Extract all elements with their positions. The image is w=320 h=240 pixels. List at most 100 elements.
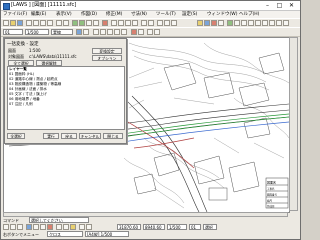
circle-tool-icon[interactable] [125,20,131,26]
coord-mode-icon[interactable] [79,224,85,230]
new-file-icon[interactable] [3,20,9,26]
title-block-heading: 図面名 [267,180,276,185]
layer-list[interactable]: レイヤ一覧 01 図面枠 (HL) 02 道路中心線 / 測点 / 起終点 03… [7,66,125,130]
list-item[interactable]: 02 道路中心線 / 測点 / 起終点 [9,77,58,81]
row1-value: 1:500 [29,48,41,53]
cancel-button[interactable]: キャンセル [79,133,101,139]
lineweight-icon[interactable] [218,20,224,26]
execute-button[interactable]: 実行 [43,133,59,139]
trim-icon[interactable] [262,20,268,26]
list-item[interactable]: 03 既設構造物 / 建築物 / 等高線 [9,82,61,86]
osnap-intersection-icon[interactable] [114,29,120,35]
zoom-fit-icon[interactable] [86,20,92,26]
property-toolbar: 01 1/500 実線 [1,27,300,37]
close-button[interactable]: ✕ [287,2,296,9]
status-cross-field: クロス [47,231,83,237]
weight-icon[interactable] [83,29,89,35]
line-tool-icon[interactable] [111,20,117,26]
layer-manager-icon[interactable] [197,20,203,26]
list-item[interactable]: 05 文字 / 寸法 / 旗上げ [9,92,47,96]
list-item[interactable]: 07 注記 / 凡例 [9,102,33,106]
menu-modify[interactable]: 修正(M) [106,11,122,18]
osnap-endpoint-icon[interactable] [93,29,99,35]
arc-tool-icon[interactable] [118,20,124,26]
status-area: コマンド 選択してください 31870.60 8940.60 1/500 01 … [1,217,300,239]
insert-icon[interactable] [154,29,160,35]
pan-icon[interactable] [93,20,99,26]
scale-combo[interactable]: 1/500 [25,29,49,35]
back-button[interactable]: 戻る [61,133,77,139]
offset-icon[interactable] [276,20,282,26]
app-icon [3,3,10,10]
minimize-button[interactable]: – [263,2,272,9]
list-item[interactable]: 01 図面枠 (HL) [9,72,34,76]
title-block-line: 作成日 [267,204,275,208]
copy-icon[interactable] [40,20,46,26]
align-left-icon[interactable] [3,224,9,230]
menu-help[interactable]: ヘルプ(H) [239,11,259,18]
command-input[interactable]: 選択してください [29,217,89,223]
menu-settings[interactable]: 設定(S) [182,11,197,18]
zoom-in-icon[interactable] [72,20,78,26]
stop-icon[interactable] [47,224,53,230]
highlight-icon[interactable] [70,224,76,230]
grid-icon[interactable] [171,20,177,26]
ortho-toggle-icon[interactable] [40,224,46,230]
open-folder-icon[interactable] [10,20,16,26]
list-item[interactable]: 06 用地境界 / 地番 [9,97,40,101]
text-tool-icon[interactable] [132,20,138,26]
rotate-icon[interactable] [248,20,254,26]
options-button[interactable]: オプション [92,55,122,61]
layer-combo[interactable]: 01 [3,29,23,35]
block-icon[interactable] [147,29,153,35]
vertical-scrollbar[interactable] [289,37,298,211]
color-icon[interactable] [204,20,210,26]
menu-view[interactable]: 表示(V) [56,11,72,18]
color-swatch-icon[interactable] [76,29,82,35]
osnap-center-icon[interactable] [107,29,113,35]
redo-icon[interactable] [63,20,69,26]
cut-icon[interactable] [33,20,39,26]
dimension-tool-icon[interactable] [141,20,147,26]
menu-draw[interactable]: 作図(D) [81,11,97,18]
snap-icon[interactable] [164,20,170,26]
polar-icon[interactable] [138,29,144,35]
osnap-perpendicular-icon[interactable] [121,29,127,35]
list-item[interactable]: 04 計画線 / 法面 / 排水 [9,87,47,91]
properties-icon[interactable] [227,20,233,26]
snap-toggle-icon[interactable] [26,224,32,230]
align-center-icon[interactable] [10,224,16,230]
zoom-out-icon[interactable] [79,20,85,26]
menu-dimension[interactable]: 寸法(N) [131,11,147,18]
align-right-icon[interactable] [17,224,23,230]
measure-icon[interactable] [157,20,163,26]
status-hint: 右ボタンでメニュー [3,232,39,237]
mirror-icon[interactable] [255,20,261,26]
grid-toggle-icon[interactable] [33,224,39,230]
menu-edit[interactable]: 編集(E) [31,11,46,18]
erase-icon[interactable] [283,20,289,26]
redraw-icon[interactable] [102,20,108,26]
menu-window[interactable]: ウィンドウ(W) [207,11,237,18]
dim-style-icon[interactable] [63,224,69,230]
menu-tools[interactable]: ツール(T) [156,11,176,18]
linetype-combo[interactable]: 実線 [51,29,73,35]
maximize-button[interactable]: □ [275,2,284,9]
undo-icon[interactable] [56,20,62,26]
linetype-icon[interactable] [211,20,217,26]
paste-icon[interactable] [47,20,53,26]
save-icon[interactable] [17,20,23,26]
osnap-midpoint-icon[interactable] [100,29,106,35]
footer-select-all-button[interactable]: 全選択 [7,133,25,139]
conversion-settings-button[interactable]: 変換設定 [92,48,122,54]
ortho-icon[interactable] [131,29,137,35]
select-icon[interactable] [234,20,240,26]
menu-file[interactable]: ファイル(F) [3,11,27,18]
move-icon[interactable] [241,20,247,26]
relative-coord-icon[interactable] [86,224,92,230]
print-icon[interactable] [26,20,32,26]
close-dialog-button[interactable]: 閉じる [103,133,123,139]
extend-icon[interactable] [269,20,275,26]
hatch-tool-icon[interactable] [148,20,154,26]
text-style-icon[interactable] [56,224,62,230]
